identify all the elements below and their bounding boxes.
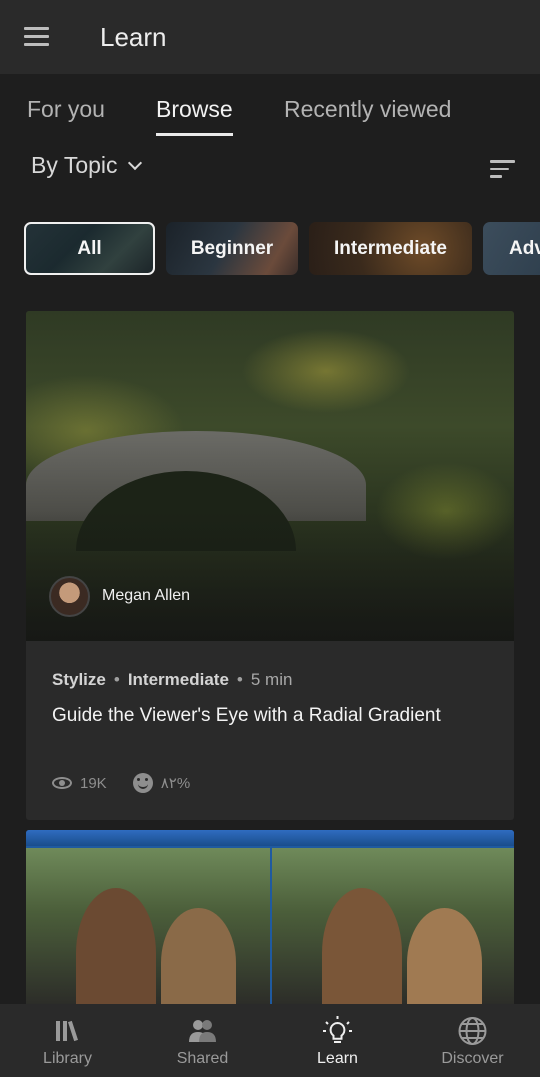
library-books-icon bbox=[56, 1020, 78, 1042]
tab-browse[interactable]: Browse bbox=[156, 96, 233, 136]
people-icon bbox=[189, 1020, 216, 1042]
car-roof-shape bbox=[26, 830, 514, 846]
hamburger-menu-icon[interactable] bbox=[24, 27, 49, 46]
duration-label: 5 min bbox=[250, 670, 293, 689]
person-shape bbox=[161, 908, 236, 1010]
card-stats: 19K ٨٢% bbox=[52, 773, 190, 793]
avatar bbox=[49, 576, 90, 617]
views-count: 19K bbox=[80, 774, 107, 792]
sort-icon[interactable] bbox=[490, 160, 515, 178]
chip-all[interactable]: All bbox=[24, 222, 155, 275]
chevron-down-icon bbox=[127, 155, 142, 170]
globe-icon bbox=[458, 1017, 487, 1045]
nav-discover[interactable]: Discover bbox=[405, 1004, 540, 1077]
nav-label-learn: Learn bbox=[317, 1050, 358, 1067]
person-shape bbox=[76, 888, 156, 1010]
nav-library[interactable]: Library bbox=[0, 1004, 135, 1077]
nav-shared[interactable]: Shared bbox=[135, 1004, 270, 1077]
nav-label-shared: Shared bbox=[176, 1050, 229, 1067]
tab-recently-viewed[interactable]: Recently viewed bbox=[284, 96, 451, 133]
thumbnail-before bbox=[26, 848, 270, 1010]
chip-intermediate[interactable]: Intermediate bbox=[309, 222, 472, 275]
card-title: Guide the Viewer's Eye with a Radial Gra… bbox=[52, 705, 441, 726]
rating-value: ٨٢% bbox=[160, 775, 191, 792]
topic-dropdown[interactable]: By Topic bbox=[31, 152, 142, 179]
topic-dropdown-label: By Topic bbox=[31, 152, 118, 178]
level-filter-chips: All Beginner Intermediate Adv bbox=[24, 222, 540, 276]
tab-for-you[interactable]: For you bbox=[27, 96, 105, 133]
person-shape bbox=[322, 888, 402, 1010]
separator-dot: • bbox=[236, 670, 243, 689]
thumbnail-shade bbox=[26, 511, 514, 641]
tab-bar: For you Browse Recently viewed bbox=[0, 96, 540, 140]
top-app-bar: Learn bbox=[0, 0, 540, 74]
tutorial-card-2[interactable] bbox=[26, 830, 514, 1010]
nav-label-library: Library bbox=[43, 1050, 92, 1067]
author-name: Megan Allen bbox=[102, 587, 191, 604]
separator-dot: • bbox=[113, 670, 120, 689]
eye-icon bbox=[52, 777, 72, 789]
nav-learn[interactable]: Learn bbox=[270, 1004, 405, 1077]
thumbnail-after bbox=[272, 848, 514, 1010]
lightbulb-icon bbox=[323, 1016, 352, 1043]
chip-beginner[interactable]: Beginner bbox=[166, 222, 298, 275]
bottom-navigation: Library Shared Learn Discover bbox=[0, 1004, 540, 1077]
category-label: Stylize bbox=[52, 670, 106, 689]
tutorial-card[interactable]: Megan Allen Stylize • Intermediate • 5 min G… bbox=[26, 311, 514, 820]
smile-icon bbox=[132, 773, 153, 793]
nav-label-discover: Discover bbox=[441, 1050, 504, 1067]
page-title: Learn bbox=[100, 22, 167, 52]
card-meta: Stylize • Intermediate • 5 min bbox=[52, 670, 292, 690]
tutorial-thumbnail: Megan Allen bbox=[26, 311, 514, 641]
person-shape bbox=[407, 908, 482, 1010]
chip-advanced[interactable]: Adv bbox=[483, 222, 540, 275]
level-label: Intermediate bbox=[127, 670, 229, 689]
